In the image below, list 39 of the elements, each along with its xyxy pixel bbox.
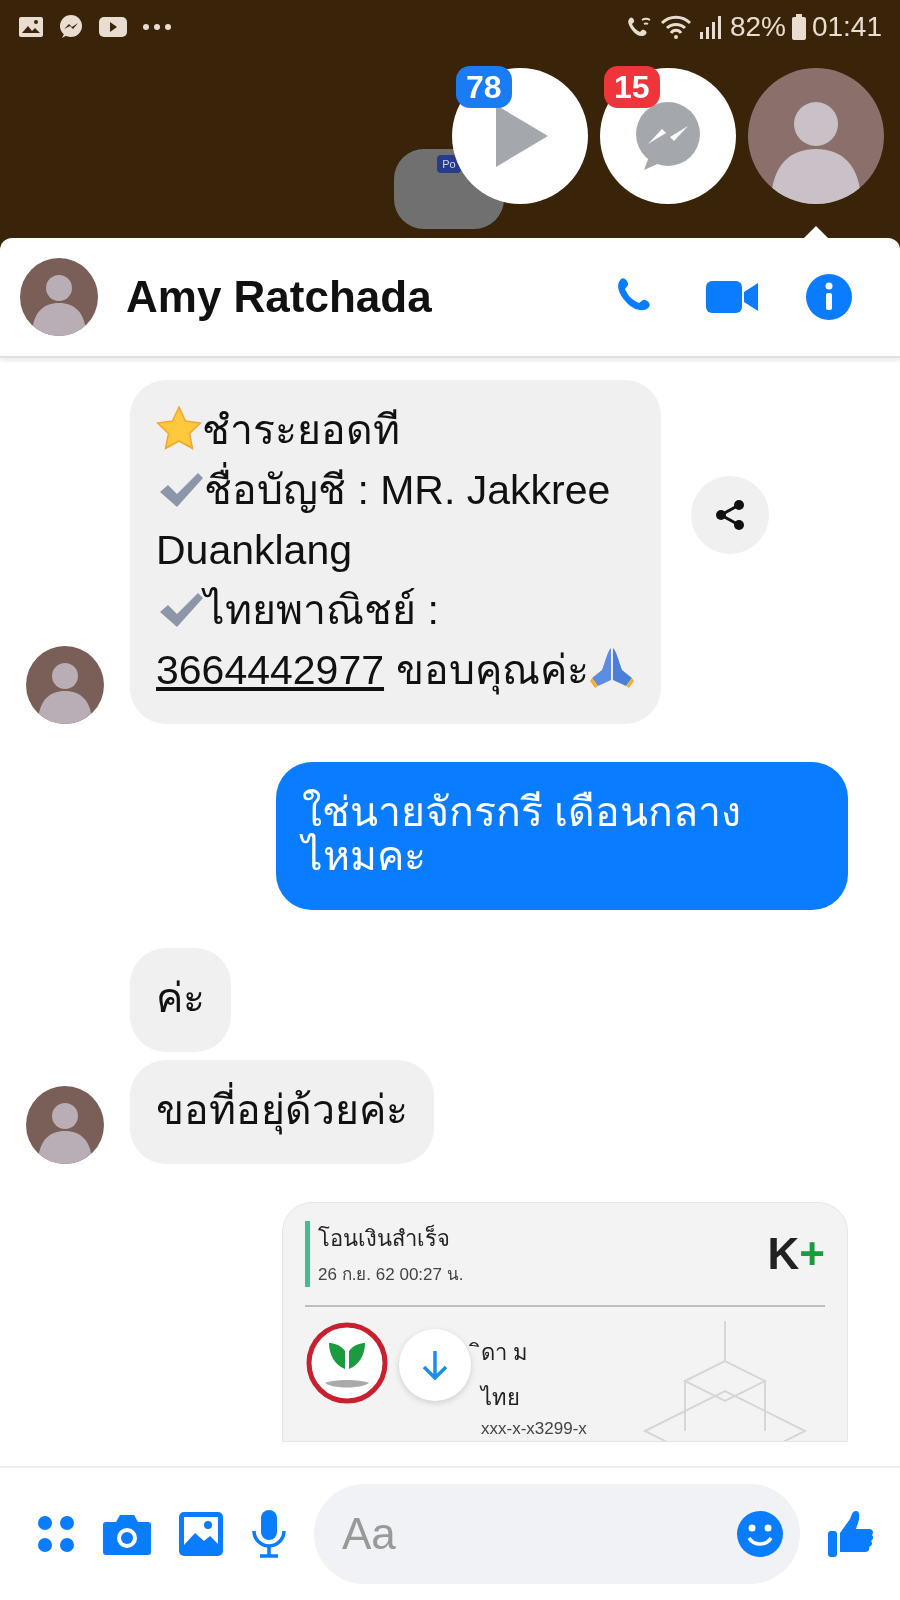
- message-text: ขอที่อยุ่ด้วยค่ะ: [156, 1082, 408, 1142]
- bank-name: ไทย: [478, 1384, 521, 1412]
- download-button[interactable]: [399, 1329, 471, 1401]
- messenger-icon: [58, 14, 84, 40]
- video-call-icon[interactable]: [706, 279, 760, 315]
- message-text: ขอบคุณค่ะ: [396, 646, 590, 697]
- message-text: Duanklang: [156, 526, 353, 575]
- battery-icon: [791, 14, 806, 40]
- contact-name: Amy Ratchada: [126, 272, 433, 322]
- unread-badge: 78: [456, 66, 512, 108]
- message-text: ค่ะ: [156, 974, 205, 1023]
- bank-logo: K+: [767, 1232, 825, 1276]
- message-input-field[interactable]: Aa: [314, 1484, 800, 1584]
- image-icon[interactable]: [178, 1511, 224, 1557]
- message-text: ชื่อบัญชี : MR. Jakkree: [204, 462, 611, 522]
- account-number: xxx-x-x3299-x: [481, 1419, 587, 1439]
- transfer-receipt-image[interactable]: โอนเงินสำเร็จ 26 ก.ย. 62 00:27 น. K+ ิดา ม ไทย xxx-x-x3299-x: [282, 1202, 848, 1442]
- apps-menu-icon[interactable]: [36, 1514, 76, 1554]
- unread-badge: 15: [604, 66, 660, 108]
- video-player-icon: [98, 16, 128, 38]
- battery-percent: 82%: [729, 11, 786, 43]
- receipt-title: โอนเงินสำเร็จ: [318, 1223, 451, 1253]
- camera-icon[interactable]: [102, 1512, 152, 1556]
- more-icon: [142, 23, 172, 31]
- message-text: ชำระยอดที: [202, 406, 400, 455]
- star-icon: [156, 406, 202, 450]
- wifi-icon: [659, 14, 692, 40]
- info-icon[interactable]: [806, 274, 852, 320]
- clock-time: 01:41: [811, 11, 882, 43]
- receipt-date: 26 ก.ย. 62 00:27 น.: [318, 1264, 464, 1286]
- microphone-icon[interactable]: [250, 1509, 288, 1559]
- gallery-icon: [18, 16, 44, 38]
- download-icon: [420, 1349, 450, 1381]
- signal-icon: [697, 14, 724, 40]
- thumbs-up-icon[interactable]: [826, 1509, 876, 1559]
- emoji-icon[interactable]: [736, 1510, 784, 1558]
- bank-leaf-logo-icon: [305, 1321, 389, 1405]
- recipient-name: ิดา ม: [469, 1329, 587, 1372]
- account-number-link[interactable]: 3664442977: [156, 642, 385, 698]
